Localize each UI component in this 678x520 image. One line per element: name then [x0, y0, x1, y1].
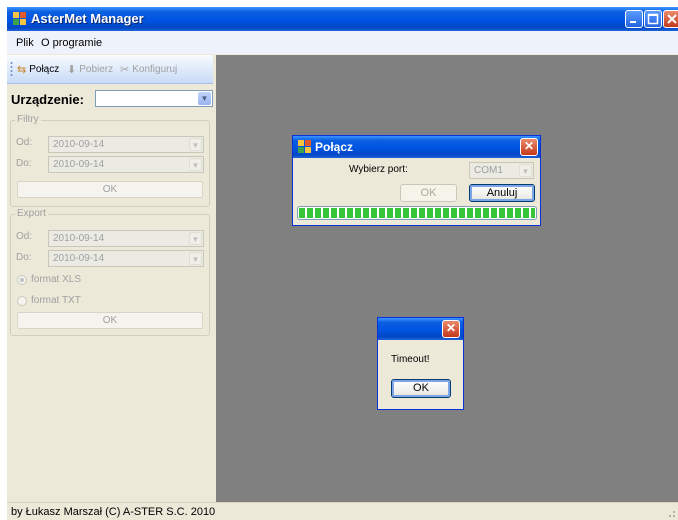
connect-button[interactable]: ⇆ Połącz: [17, 63, 59, 76]
fetch-button[interactable]: ⬇ Pobierz: [67, 63, 113, 76]
export-from-date[interactable]: 2010-09-14 ▼: [48, 230, 204, 247]
toolbar-grip-icon[interactable]: [10, 61, 13, 77]
connect-dialog-title-bar[interactable]: Połącz ✕: [293, 136, 540, 158]
timeout-dialog-close-button[interactable]: ✕: [442, 320, 460, 338]
title-bar[interactable]: AsterMet Manager: [7, 7, 678, 31]
filters-to-date[interactable]: 2010-09-14 ▼: [48, 156, 204, 173]
connect-dialog-title: Połącz: [315, 140, 354, 154]
maximize-button[interactable]: [644, 10, 662, 28]
timeout-dialog: ✕ Timeout! OK: [377, 317, 464, 410]
connect-ok-button[interactable]: OK: [400, 184, 457, 202]
timeout-message: Timeout!: [391, 354, 430, 365]
close-icon: [667, 14, 677, 24]
configure-label: Konfiguruj: [132, 64, 178, 75]
connect-dialog-close-button[interactable]: ✕: [520, 138, 538, 156]
window-title: AsterMet Manager: [31, 11, 144, 26]
export-to-date[interactable]: 2010-09-14 ▼: [48, 250, 204, 267]
export-ok-button[interactable]: OK: [17, 312, 203, 329]
chevron-down-icon[interactable]: ▼: [189, 252, 202, 265]
filters-from-label: Od:: [16, 137, 33, 148]
maximize-icon: [647, 13, 659, 25]
port-select[interactable]: COM1 ▼: [469, 162, 534, 179]
close-button[interactable]: [663, 10, 678, 28]
filters-ok-button[interactable]: OK: [17, 181, 203, 198]
filters-to-value: 2010-09-14: [53, 159, 105, 170]
port-label: Wybierz port:: [349, 164, 408, 175]
format-xls-label: format XLS: [31, 274, 82, 285]
filters-from-date[interactable]: 2010-09-14 ▼: [48, 136, 204, 153]
app-icon: [13, 12, 26, 25]
device-label: Urządzenie:: [11, 92, 84, 107]
connect-icon: ⇆: [17, 64, 27, 76]
mdi-workspace: Połącz ✕ Wybierz port: COM1 ▼ OK Anuluj …: [216, 55, 678, 502]
menu-o-programie[interactable]: O programie: [41, 37, 102, 49]
tools-icon: ✂: [120, 64, 130, 76]
connect-label: Połącz: [29, 64, 60, 75]
chevron-down-icon[interactable]: ▼: [198, 92, 211, 105]
format-xls-radio[interactable]: [17, 275, 27, 285]
configure-button[interactable]: ✂ Konfiguruj: [120, 63, 177, 76]
filters-group: Filtry Od: 2010-09-14 ▼ Do: 2010-09-14 ▼…: [10, 114, 210, 207]
format-txt-radio[interactable]: [17, 296, 27, 306]
cancel-button[interactable]: Anuluj: [469, 184, 535, 202]
port-value: COM1: [474, 165, 503, 176]
fetch-label: Pobierz: [79, 64, 114, 75]
timeout-ok-button[interactable]: OK: [391, 379, 451, 398]
filters-title: Filtry: [15, 114, 41, 125]
download-icon: ⬇: [67, 64, 77, 76]
format-txt-label: format TXT: [31, 295, 81, 306]
left-panel: Urządzenie: ▼ Filtry Od: 2010-09-14 ▼ Do…: [7, 84, 216, 502]
menu-bar: Plik O programie: [7, 31, 678, 54]
filters-from-value: 2010-09-14: [53, 139, 105, 150]
export-group: Export Od: 2010-09-14 ▼ Do: 2010-09-14 ▼…: [10, 208, 210, 336]
minimize-icon: [630, 21, 636, 23]
chevron-down-icon[interactable]: ▼: [189, 158, 202, 171]
connect-progress-fill: [299, 208, 535, 218]
export-title: Export: [15, 208, 48, 219]
minimize-button[interactable]: [625, 10, 643, 28]
export-to-label: Do:: [16, 252, 32, 263]
toolbar: ⇆ Połącz ⬇ Pobierz ✂ Konfiguruj: [7, 55, 213, 84]
chevron-down-icon[interactable]: ▼: [519, 164, 532, 177]
status-bar: by Łukasz Marszał (C) A-STER S.C. 2010: [7, 502, 678, 520]
connect-progress-bar: [297, 206, 537, 220]
export-to-value: 2010-09-14: [53, 253, 105, 264]
device-select[interactable]: ▼: [95, 90, 213, 107]
resize-grip-icon[interactable]: [665, 507, 676, 518]
menu-plik[interactable]: Plik: [16, 37, 34, 49]
timeout-dialog-title-bar[interactable]: ✕: [378, 318, 463, 340]
status-text: by Łukasz Marszał (C) A-STER S.C. 2010: [11, 506, 216, 518]
close-icon: ✕: [523, 139, 535, 153]
chevron-down-icon[interactable]: ▼: [189, 138, 202, 151]
app-icon: [298, 140, 311, 153]
export-from-value: 2010-09-14: [53, 233, 105, 244]
filters-to-label: Do:: [16, 158, 32, 169]
main-window: AsterMet Manager Plik O programie ⇆ Połą…: [7, 7, 678, 520]
export-from-label: Od:: [16, 231, 33, 242]
connect-dialog: Połącz ✕ Wybierz port: COM1 ▼ OK Anuluj: [292, 135, 541, 226]
close-icon: ✕: [445, 321, 457, 335]
chevron-down-icon[interactable]: ▼: [189, 232, 202, 245]
